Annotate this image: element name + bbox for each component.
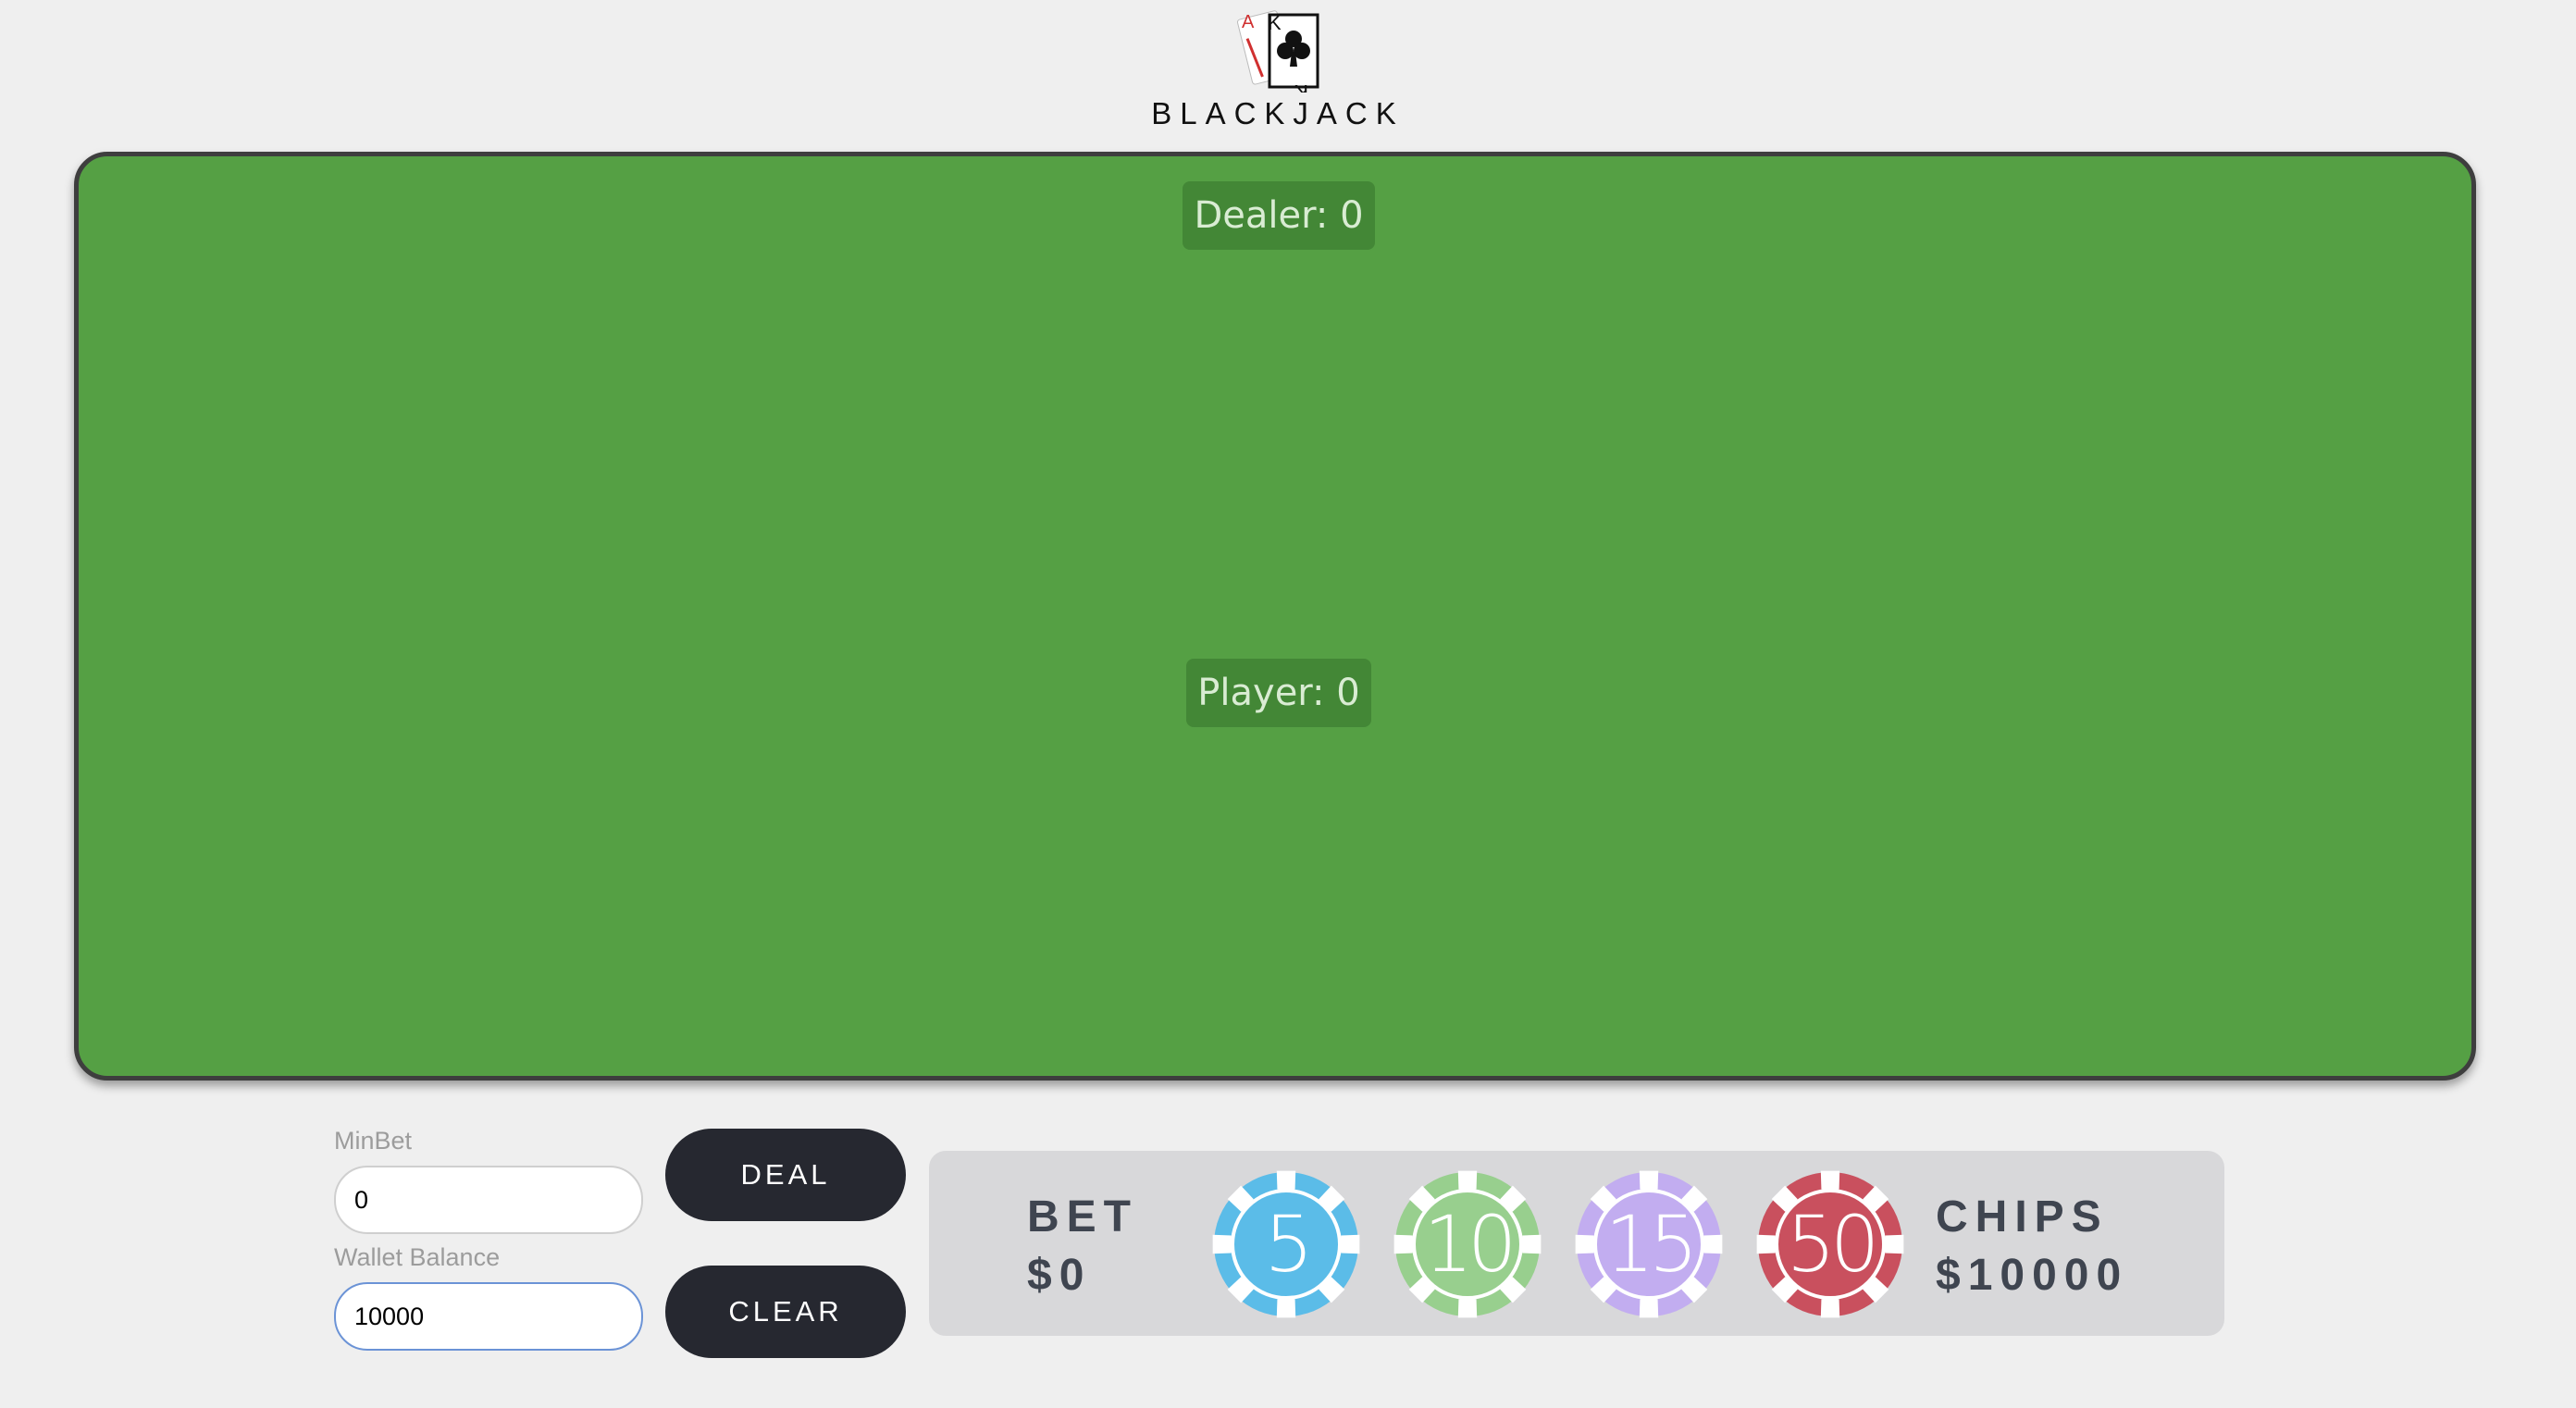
chip-10-label: 10 (1423, 1199, 1517, 1290)
bet-value: $0 (1027, 1251, 1092, 1300)
chip-15-label: 15 (1604, 1199, 1699, 1290)
chip-10[interactable]: 10 (1393, 1170, 1542, 1318)
chip-50-label: 50 (1786, 1199, 1880, 1290)
king-letter-bottom: K (1294, 80, 1308, 93)
bet-label: BET (1027, 1192, 1138, 1241)
wallet-balance-input[interactable] (334, 1282, 643, 1351)
minbet-label: MinBet (334, 1127, 413, 1155)
blackjack-table: Dealer: 0 Player: 0 (74, 152, 2476, 1081)
chip-15[interactable]: 15 (1575, 1170, 1723, 1318)
ace-letter: A (1242, 12, 1255, 32)
chips-label: CHIPS (1936, 1192, 2109, 1241)
page-title: BLACKJACK (1151, 96, 1405, 130)
chips-balance: $10000 (1936, 1251, 2129, 1300)
dealer-score: Dealer: 0 (1183, 181, 1375, 250)
wallet-balance-label: Wallet Balance (334, 1243, 501, 1271)
chip-5[interactable]: 5 (1212, 1170, 1360, 1318)
minbet-input[interactable] (334, 1166, 643, 1234)
ace-king-of-clubs-cards-icon: A K K (1236, 10, 1319, 93)
blackjack-page: A K K BLACKJACK Dealer: 0 Player: 0 MinB… (0, 0, 2576, 1408)
bet-panel: BET $0 5 10 15 50 CHIPS $10000 (929, 1151, 2224, 1336)
blackjack-logo: A K K BLACKJACK (1144, 7, 1412, 132)
deal-button[interactable]: DEAL (665, 1129, 906, 1221)
clear-button[interactable]: CLEAR (665, 1266, 906, 1358)
chip-5-label: 5 (1264, 1199, 1313, 1290)
player-score: Player: 0 (1186, 659, 1371, 727)
chip-50[interactable]: 50 (1756, 1170, 1904, 1318)
king-letter-top: K (1268, 11, 1282, 34)
